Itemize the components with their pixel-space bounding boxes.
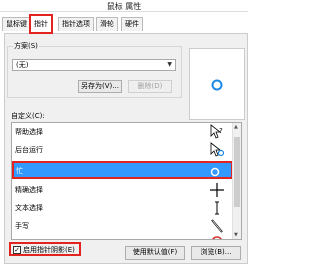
- help-select-cursor-icon: ?: [210, 124, 223, 139]
- list-item[interactable]: 帮助选择 ?: [12, 123, 233, 141]
- pointers-page: 方案(S) (无) ▼ 另存为(V)... 删除(D) 自定义(C): 帮助选择…: [4, 33, 248, 264]
- scheme-group: 方案(S) (无) ▼ 另存为(V)... 删除(D): [7, 41, 182, 98]
- unavailable-cursor-icon: [212, 236, 222, 239]
- handwriting-cursor-icon: [211, 219, 223, 233]
- tab-buttons[interactable]: 鼠标键: [2, 17, 31, 31]
- svg-text:?: ?: [219, 127, 223, 135]
- cursor-preview: [189, 48, 245, 120]
- tab-pointers[interactable]: 指针: [29, 14, 53, 34]
- scroll-down-icon[interactable]: ▼: [234, 232, 238, 238]
- list-item[interactable]: 后台运行: [12, 141, 233, 159]
- browse-button[interactable]: 浏览(B)...: [191, 246, 241, 260]
- list-item[interactable]: 精确选择: [12, 181, 233, 199]
- list-item-label: 文本选择: [15, 204, 43, 212]
- delete-button[interactable]: 删除(D): [128, 80, 172, 93]
- tab-wheel[interactable]: 滑轮: [96, 17, 118, 31]
- customize-label: 自定义(C):: [11, 112, 45, 120]
- pointer-shadow-option[interactable]: ✓ 启用指针阴影(E): [9, 242, 81, 256]
- use-default-button[interactable]: 使用默认值(F): [125, 246, 185, 260]
- tab-hardware[interactable]: 硬件: [121, 17, 143, 31]
- title-bar: 鼠标 属性: [0, 0, 248, 12]
- cursor-list[interactable]: 帮助选择 ? 后台运行 忙 精确选择 文本选择 手写 ▲ ▼: [11, 122, 242, 240]
- list-item-label: 后台运行: [15, 146, 43, 154]
- save-as-button[interactable]: 另存为(V)...: [78, 80, 122, 93]
- list-scrollbar[interactable]: ▲ ▼: [232, 123, 241, 239]
- scrollbar-thumb[interactable]: [234, 137, 240, 207]
- tab-strip: 鼠标键 指针 指针选项 滑轮 硬件: [2, 14, 248, 34]
- pointer-shadow-label: 启用指针阴影(E): [23, 246, 75, 254]
- list-item[interactable]: 文本选择: [12, 199, 233, 217]
- list-item-selected[interactable]: 忙: [12, 161, 233, 179]
- busy-cursor-icon: [210, 167, 220, 177]
- window-title: 鼠标 属性: [106, 2, 142, 11]
- pointer-shadow-checkbox[interactable]: ✓: [13, 246, 21, 254]
- list-item-label: 精确选择: [15, 186, 43, 194]
- tab-pointer-options[interactable]: 指针选项: [58, 17, 94, 31]
- text-select-cursor-icon: [215, 201, 219, 215]
- busy-cursor-preview-icon: [211, 79, 223, 91]
- list-item-label: 手写: [15, 222, 29, 230]
- list-item-label: 帮助选择: [15, 128, 43, 136]
- scheme-select-value: (无): [16, 61, 29, 69]
- scheme-select[interactable]: (无) ▼: [12, 59, 176, 71]
- scroll-up-icon[interactable]: ▲: [234, 124, 238, 130]
- scheme-group-label: 方案(S): [13, 41, 39, 51]
- working-in-background-cursor-icon: [210, 142, 225, 157]
- chevron-down-icon: ▼: [167, 61, 172, 68]
- list-item-label: 忙: [16, 167, 23, 175]
- precision-select-cursor-icon: [210, 183, 224, 197]
- list-item[interactable]: [12, 233, 233, 239]
